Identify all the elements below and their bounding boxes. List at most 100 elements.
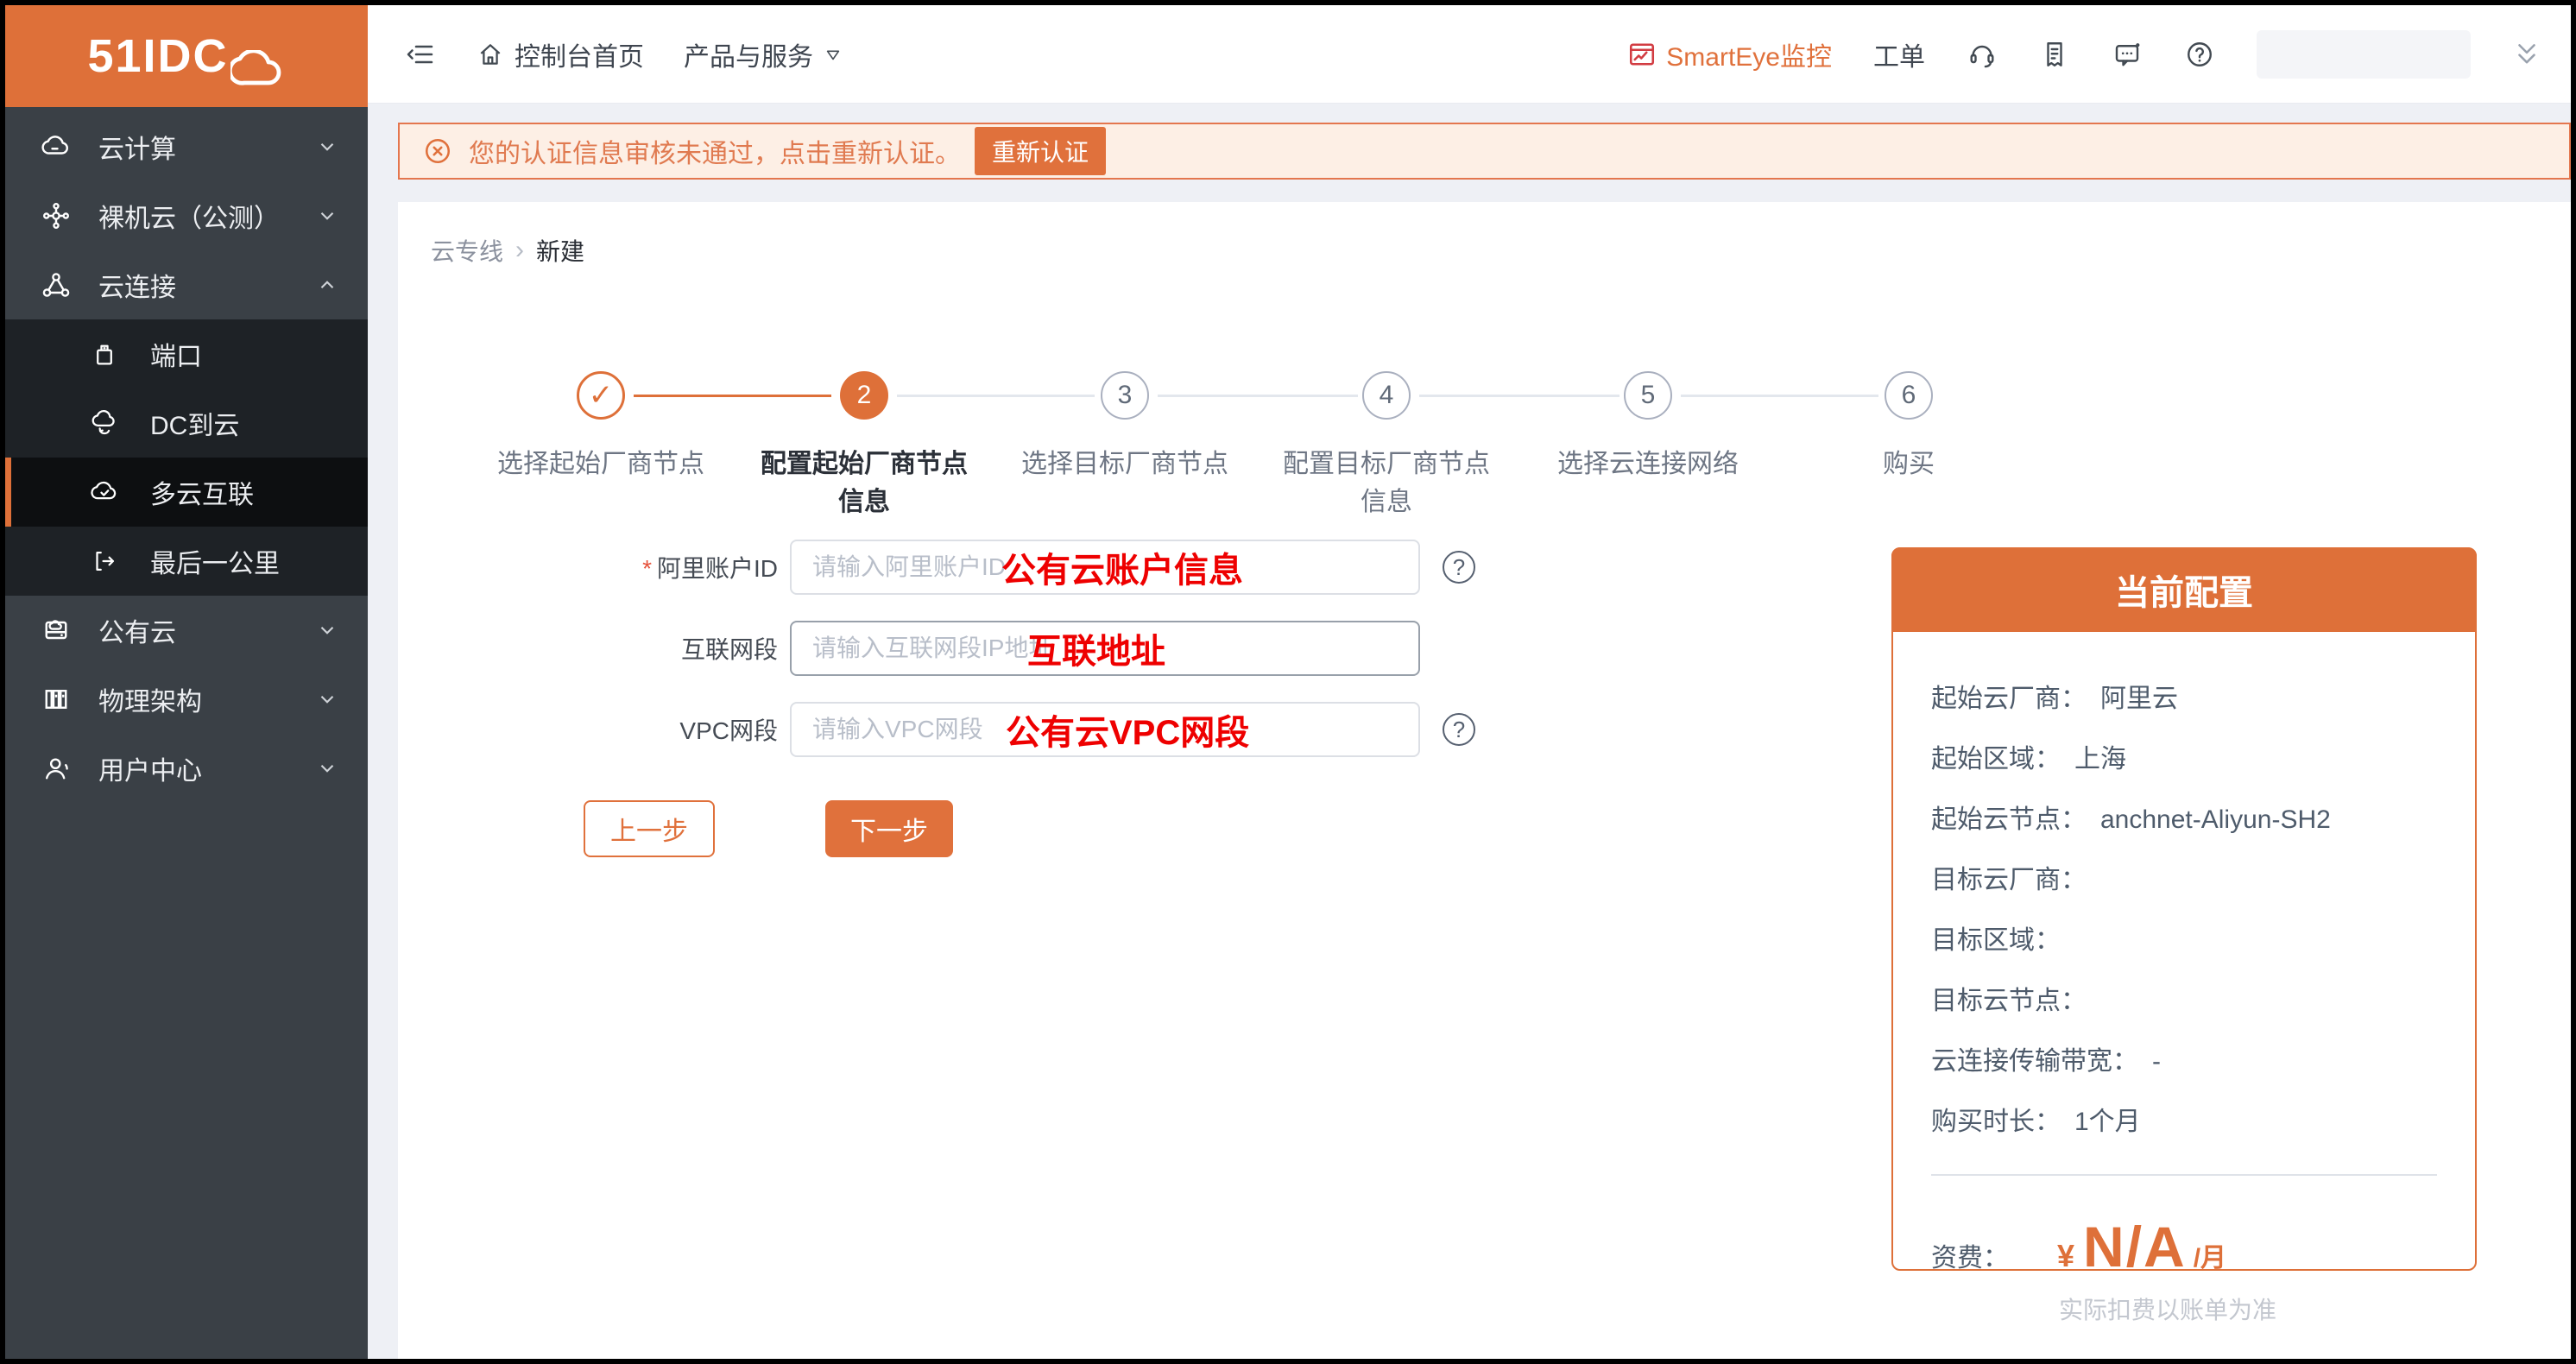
user-icon: [40, 752, 73, 785]
panel-body: 起始云厂商： 阿里云 起始区域： 上海 起始云节点： anchnet-Aliyun-S…: [1893, 632, 2475, 1326]
step-number: 4: [1362, 371, 1411, 420]
summary-row: 目标云节点：: [1931, 987, 2087, 1015]
smarteye-monitor-link[interactable]: SmartEye监控: [1626, 35, 1832, 73]
sidebar-item-dc-to-cloud[interactable]: DC到云: [5, 388, 368, 458]
server-racks-icon: [40, 683, 73, 716]
summary-row: 起始云厂商： 阿里云: [1931, 685, 2178, 713]
step-number: 3: [1101, 371, 1149, 420]
chevron-down-icon: [316, 205, 338, 227]
products-services-menu[interactable]: 产品与服务: [684, 35, 843, 73]
required-asterisk: *: [642, 555, 652, 582]
topbar: 控制台首页 产品与服务 SmartEye监控 工单: [368, 5, 2571, 104]
double-chevron-down-icon[interactable]: [2512, 40, 2541, 69]
main-area: 控制台首页 产品与服务 SmartEye监控 工单 您的认证信息审核未通过，点击…: [368, 5, 2571, 1359]
breadcrumb-current: 新建: [536, 238, 585, 265]
sidebar-item-last-mile[interactable]: 最后一公里: [5, 527, 368, 596]
warning-message: 您的认证信息审核未通过，点击重新认证。: [469, 140, 961, 168]
products-services-label: 产品与服务: [684, 42, 813, 72]
step-check-icon: ✓: [577, 371, 625, 420]
input-wrapper: 互联地址: [790, 621, 1420, 676]
sidebar-item-label: 云连接: [98, 274, 176, 302]
sidebar-item-port[interactable]: 端口: [5, 319, 368, 388]
recertify-button[interactable]: 重新认证: [975, 127, 1107, 175]
console-home-link[interactable]: 控制台首页: [477, 35, 644, 73]
sidebar-item-physical-architecture[interactable]: 物理架构: [5, 665, 368, 734]
billing-note: 实际扣费以账单为准: [2059, 1297, 2277, 1323]
last-mile-arrow-icon: [88, 545, 121, 578]
ticket-link[interactable]: 工单: [1873, 35, 1925, 73]
currency-symbol: ¥: [2057, 1238, 2075, 1273]
sidebar-item-user-center[interactable]: 用户中心: [5, 734, 368, 803]
price-unit: /月: [2193, 1244, 2227, 1272]
sidebar-item-bare-metal-cloud[interactable]: 裸机云（公测）: [5, 181, 368, 250]
cloud-check-icon: [88, 476, 121, 508]
chevron-down-icon: [316, 688, 338, 710]
collapse-sidebar-icon[interactable]: [406, 39, 437, 70]
chevron-up-icon: [316, 274, 338, 296]
monitor-chart-icon: [1626, 39, 1657, 70]
chevron-down-icon: [316, 619, 338, 641]
user-account-redacted[interactable]: [2257, 29, 2471, 79]
billing-receipt-icon[interactable]: [2039, 39, 2070, 70]
help-circle-icon[interactable]: [2184, 39, 2215, 70]
sidebar-item-label: 裸机云（公测）: [98, 205, 280, 233]
port-icon: [88, 338, 121, 370]
messages-icon[interactable]: [2112, 39, 2143, 70]
help-icon[interactable]: ?: [1443, 551, 1475, 584]
price-row: 资费： ¥ N/A /月: [1931, 1214, 2437, 1279]
input-wrapper: 公有云VPC网段: [790, 702, 1420, 757]
divider: [1931, 1174, 2437, 1176]
step-number: 2: [840, 371, 888, 420]
step-label: 选择起始厂商节点: [497, 450, 704, 478]
sidebar-item-public-cloud[interactable]: 公有云: [5, 596, 368, 665]
ali-account-id-input[interactable]: [790, 540, 1420, 595]
previous-step-button[interactable]: 上一步: [584, 800, 715, 857]
sidebar-item-cloud-connect[interactable]: 云连接: [5, 250, 368, 319]
sidebar-item-cloud-compute[interactable]: 云计算: [5, 112, 368, 181]
summary-row: 起始区域： 上海: [1931, 745, 2126, 774]
cloud-logo-icon: [230, 50, 286, 88]
support-headset-icon[interactable]: [1967, 39, 1998, 70]
field-label: 互联网段: [680, 636, 778, 663]
summary-row: 目标区域：: [1931, 926, 2061, 955]
breadcrumb-parent[interactable]: 云专线: [431, 233, 503, 268]
next-step-button[interactable]: 下一步: [825, 800, 953, 857]
topbar-right: SmartEye监控 工单: [1626, 29, 2541, 79]
cloud-connect-submenu: 端口 DC到云 多云互联 最后一公里: [5, 319, 368, 596]
content-card: 云专线 › 新建 ✓ 选择起始厂商节点 2 配置起始厂商节点信息 3 选择目标厂…: [398, 202, 2571, 1359]
step-number: 5: [1624, 371, 1672, 420]
interconnect-segment-input[interactable]: [790, 621, 1420, 676]
sidebar-item-label: DC到云: [150, 412, 240, 440]
price-label: 资费：: [1931, 1244, 2009, 1272]
step-label: 选择云连接网络: [1557, 450, 1739, 478]
step-number: 6: [1885, 371, 1933, 420]
sidebar-item-label: 端口: [150, 343, 202, 371]
public-cloud-server-icon: [40, 614, 73, 647]
logo[interactable]: 51IDC: [5, 5, 368, 107]
sidebar-item-label: 多云互联: [150, 481, 254, 509]
step-label: 配置目标厂商节点信息: [1283, 450, 1490, 516]
sidebar: 51IDC 云计算 裸机云（公测） 云连接 端口 DC到云 多云互联 最后一公里…: [5, 5, 368, 1359]
chevron-down-icon: [316, 757, 338, 780]
breadcrumb: 云专线 › 新建: [398, 202, 2571, 268]
summary-row: 目标云厂商：: [1931, 866, 2087, 894]
help-icon[interactable]: ?: [1443, 713, 1475, 746]
field-label: VPC网段: [679, 717, 778, 744]
wizard-step-2: 2 配置起始厂商节点信息: [752, 371, 976, 521]
wizard-step-6: 6 购买: [1796, 371, 2021, 483]
breadcrumb-separator-icon: ›: [515, 236, 525, 264]
sidebar-item-multi-cloud[interactable]: 多云互联: [5, 458, 368, 527]
sidebar-item-label: 物理架构: [98, 688, 202, 717]
console-home-label: 控制台首页: [515, 42, 644, 72]
ticket-label: 工单: [1873, 42, 1925, 72]
certification-warning-banner: 您的认证信息审核未通过，点击重新认证。 重新认证: [398, 123, 2571, 180]
step-wizard: ✓ 选择起始厂商节点 2 配置起始厂商节点信息 3 选择目标厂商节点 4 配置目…: [398, 371, 2571, 531]
current-config-panel: 当前配置 起始云厂商： 阿里云 起始区域： 上海 起始云节点： anchnet-Ali…: [1891, 547, 2477, 1323]
home-icon: [477, 41, 504, 68]
step-label: 购买: [1883, 450, 1935, 478]
sidebar-menu: 云计算 裸机云（公测） 云连接 端口 DC到云 多云互联 最后一公里 公有云 物…: [5, 107, 368, 803]
vpc-segment-input[interactable]: [790, 702, 1420, 757]
wizard-step-4: 4 配置目标厂商节点信息: [1274, 371, 1499, 521]
summary-row: 云连接传输带宽： -: [1931, 1047, 2161, 1076]
field-label: * 阿里账户ID: [642, 555, 778, 582]
